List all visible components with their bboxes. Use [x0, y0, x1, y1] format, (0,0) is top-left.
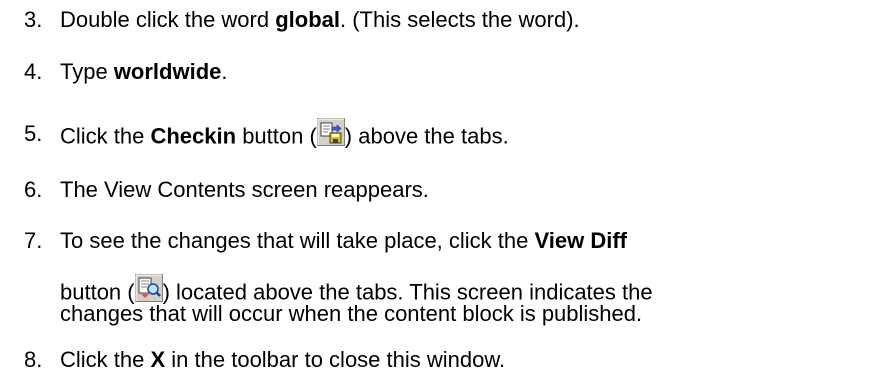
step-number: 3. — [24, 7, 43, 32]
step-text: The View Contents screen reappears. — [60, 177, 429, 202]
keyword-global: global — [275, 7, 340, 32]
keyword-x: X — [150, 347, 166, 372]
step-number: 7. — [24, 228, 43, 253]
step-number: 5. — [24, 121, 43, 146]
step-number: 8. — [24, 347, 43, 372]
step-text: Type worldwide. — [60, 59, 228, 84]
keyword-worldwide: worldwide — [113, 59, 222, 84]
step-number: 4. — [24, 59, 43, 84]
step-number: 6. — [24, 177, 43, 202]
checkin-icon — [316, 118, 345, 153]
step-text: Click the X in the toolbar to close this… — [60, 347, 506, 372]
step-text: To see the changes that will take place,… — [60, 228, 627, 253]
step-7-continuation-2: changes that will occur when the content… — [60, 301, 643, 326]
keyword-view-diff: View Diff — [534, 228, 627, 253]
step-text: Double click the word global. (This sele… — [60, 7, 580, 32]
step-text: Click the Checkin button ( ) above the t… — [60, 118, 509, 155]
keyword-checkin: Checkin — [150, 123, 237, 149]
